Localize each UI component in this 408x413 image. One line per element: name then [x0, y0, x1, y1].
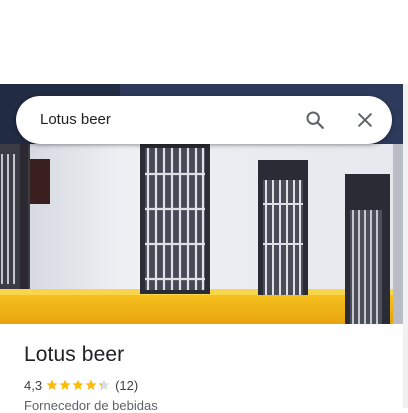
search-icon — [306, 111, 324, 129]
star-icon — [46, 379, 58, 390]
place-title: Lotus beer — [24, 343, 125, 366]
star-icon — [59, 379, 71, 390]
search-bar[interactable]: Lotus beer — [16, 96, 392, 144]
clear-search-button[interactable] — [351, 106, 379, 134]
review-count[interactable]: (12) — [115, 378, 138, 393]
place-details-panel: Lotus beer 4,3 (12) Fornecedor de bebida… — [0, 324, 403, 413]
search-input[interactable]: Lotus beer — [40, 96, 111, 144]
place-category[interactable]: Fornecedor de bebidas — [24, 398, 158, 413]
top-blank-area — [0, 0, 408, 84]
star-icon — [98, 379, 110, 390]
star-icon — [72, 379, 84, 390]
scrollbar[interactable] — [403, 84, 408, 408]
rating-row[interactable]: 4,3 (12) — [24, 376, 138, 394]
close-icon — [358, 113, 372, 127]
search-button[interactable] — [301, 106, 329, 134]
rating-value: 4,3 — [24, 377, 43, 393]
star-rating — [46, 379, 111, 391]
star-icon — [85, 379, 97, 390]
